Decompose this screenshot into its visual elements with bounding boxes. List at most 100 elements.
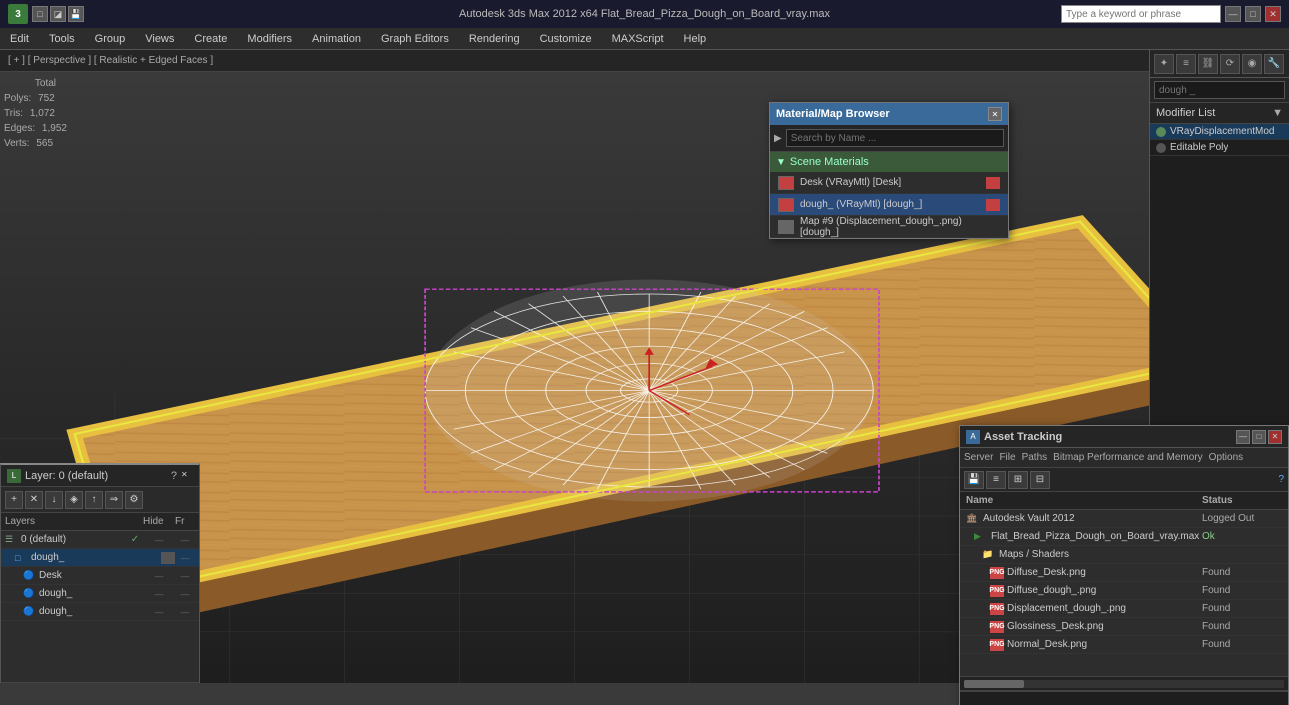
- layers-horizontal-scrollbar[interactable]: [1, 682, 199, 683]
- layer-freeze-4: —: [175, 607, 195, 617]
- modify-panel-btn[interactable]: ≡: [1176, 54, 1196, 74]
- layers-col-freeze: Fr: [175, 516, 195, 527]
- asset-menu-paths[interactable]: Paths: [1022, 452, 1048, 463]
- title-bar: 3 □ ◪ 💾 Autodesk 3ds Max 2012 x64 Flat_B…: [0, 0, 1289, 28]
- menu-bar: Edit Tools Group Views Create Modifiers …: [0, 28, 1289, 50]
- viewport-toolbar: [ + ] [ Perspective ] [ Realistic + Edge…: [0, 50, 1149, 72]
- material-browser-panel: Material/Map Browser ✕ ▶ ▼ Scene Materia…: [769, 102, 1009, 239]
- asset-row-3[interactable]: PNG Diffuse_Desk.png Found: [960, 564, 1288, 582]
- menu-graph-editors[interactable]: Graph Editors: [371, 31, 459, 47]
- layers-merge-button[interactable]: ⇒: [105, 491, 123, 509]
- asset-menu-file[interactable]: File: [999, 452, 1015, 463]
- layer-row-1[interactable]: □ dough_ —: [1, 549, 199, 567]
- quick-btn-save[interactable]: 💾: [68, 6, 84, 22]
- stats-verts: Verts: 565: [4, 136, 67, 151]
- layer-row-4[interactable]: 🔵 dough_ — —: [1, 603, 199, 621]
- asset-help-icon[interactable]: ?: [1278, 474, 1284, 485]
- layer-freeze-1: —: [175, 553, 195, 563]
- asset-menu-server[interactable]: Server: [964, 452, 993, 463]
- mat-item-1[interactable]: dough_ (VRayMtl) [dough_]: [770, 194, 1008, 216]
- display-panel-btn[interactable]: ◉: [1242, 54, 1262, 74]
- modifier-dot-1: [1156, 143, 1166, 153]
- asset-menu-bitmap[interactable]: Bitmap Performance and Memory: [1053, 452, 1203, 463]
- menu-group[interactable]: Group: [85, 31, 136, 47]
- minimize-button[interactable]: —: [1225, 6, 1241, 22]
- menu-modifiers[interactable]: Modifiers: [237, 31, 302, 47]
- mat-item-0[interactable]: Desk (VRayMtl) [Desk]: [770, 172, 1008, 194]
- layer-row-3[interactable]: 🔵 dough_ — —: [1, 585, 199, 603]
- asset-name-6: Glossiness_Desk.png: [1007, 621, 1202, 632]
- modifier-item-1[interactable]: Editable Poly: [1150, 140, 1289, 156]
- asset-status-5: Found: [1202, 603, 1282, 614]
- modifier-item-0[interactable]: VRayDisplacementMod: [1150, 124, 1289, 140]
- layers-move-button[interactable]: ↑: [85, 491, 103, 509]
- layer-row-2[interactable]: 🔵 Desk — —: [1, 567, 199, 585]
- asset-row-6[interactable]: PNG Glossiness_Desk.png Found: [960, 618, 1288, 636]
- quick-btn-new[interactable]: □: [32, 6, 48, 22]
- asset-row-2[interactable]: 📁 Maps / Shaders: [960, 546, 1288, 564]
- material-items-list: Desk (VRayMtl) [Desk] dough_ (VRayMtl) […: [770, 172, 1008, 238]
- asset-path-input[interactable]: [960, 691, 1288, 705]
- mat-name-2: Map #9 (Displacement_dough_.png) [dough_…: [800, 216, 1000, 238]
- asset-menu-options[interactable]: Options: [1209, 452, 1243, 463]
- close-button[interactable]: ✕: [1265, 6, 1281, 22]
- asset-detail-button[interactable]: ⊟: [1030, 471, 1050, 489]
- material-scene-header[interactable]: ▼ Scene Materials: [770, 152, 1008, 172]
- layers-delete-button[interactable]: ✕: [25, 491, 43, 509]
- layer-icon-4: 🔵: [23, 606, 37, 617]
- asset-row-1[interactable]: ▶ Flat_Bread_Pizza_Dough_on_Board_vray.m…: [960, 528, 1288, 546]
- window-controls: — □ ✕: [1225, 6, 1281, 22]
- asset-col-status: Status: [1202, 495, 1282, 506]
- mat-item-2[interactable]: Map #9 (Displacement_dough_.png) [dough_…: [770, 216, 1008, 238]
- stats-edges: Edges: 1,952: [4, 121, 67, 136]
- menu-maxscript[interactable]: MAXScript: [602, 31, 674, 47]
- asset-row-0[interactable]: 🏛 Autodesk Vault 2012 Logged Out: [960, 510, 1288, 528]
- utilities-panel-btn[interactable]: 🔧: [1264, 54, 1284, 74]
- asset-name-0: Autodesk Vault 2012: [983, 513, 1202, 524]
- menu-customize[interactable]: Customize: [530, 31, 602, 47]
- asset-status-3: Found: [1202, 567, 1282, 578]
- asset-row-5[interactable]: PNG Displacement_dough_.png Found: [960, 600, 1288, 618]
- asset-status-0: Logged Out: [1202, 513, 1282, 524]
- quick-btn-open[interactable]: ◪: [50, 6, 66, 22]
- modifier-search-input[interactable]: [1154, 81, 1285, 99]
- layers-new-button[interactable]: +: [5, 491, 23, 509]
- modifier-dropdown-icon[interactable]: ▼: [1272, 107, 1283, 119]
- layers-panel: L Layer: 0 (default) ? ✕ + ✕ ↓ ◈ ↑: [0, 463, 200, 683]
- motion-panel-btn[interactable]: ⟳: [1220, 54, 1240, 74]
- layers-help[interactable]: ?: [171, 470, 177, 482]
- menu-animation[interactable]: Animation: [302, 31, 371, 47]
- layers-add-button[interactable]: ↓: [45, 491, 63, 509]
- layers-close-button[interactable]: ✕: [181, 470, 193, 482]
- asset-list-button[interactable]: ≡: [986, 471, 1006, 489]
- asset-tracking-maximize[interactable]: □: [1252, 430, 1266, 444]
- mat-name-0: Desk (VRayMtl) [Desk]: [800, 177, 986, 188]
- asset-grid-button[interactable]: ⊞: [1008, 471, 1028, 489]
- modifier-search-section: [1150, 78, 1289, 103]
- title-search-input[interactable]: [1061, 5, 1221, 23]
- menu-create[interactable]: Create: [184, 31, 237, 47]
- asset-save-button[interactable]: 💾: [964, 471, 984, 489]
- material-browser-title: Material/Map Browser: [776, 108, 890, 120]
- material-search-input[interactable]: [786, 129, 1004, 147]
- menu-tools[interactable]: Tools: [39, 31, 85, 47]
- asset-scroll-thumb[interactable]: [964, 680, 1024, 688]
- asset-tracking-close[interactable]: ✕: [1268, 430, 1282, 444]
- create-panel-btn[interactable]: ✦: [1154, 54, 1174, 74]
- asset-row-7[interactable]: PNG Normal_Desk.png Found: [960, 636, 1288, 654]
- hierarchy-panel-btn[interactable]: ⛓: [1198, 54, 1218, 74]
- layers-props-button[interactable]: ⚙: [125, 491, 143, 509]
- mat-swatch-0: [986, 177, 1000, 189]
- asset-horizontal-scrollbar[interactable]: [960, 676, 1288, 690]
- asset-row-4[interactable]: PNG Diffuse_dough_.png Found: [960, 582, 1288, 600]
- mat-browser-close[interactable]: ✕: [988, 107, 1002, 121]
- layers-select-button[interactable]: ◈: [65, 491, 83, 509]
- menu-help[interactable]: Help: [674, 31, 717, 47]
- app-logo: 3: [8, 4, 28, 24]
- maximize-button[interactable]: □: [1245, 6, 1261, 22]
- layer-row-0[interactable]: ☰ 0 (default) ✓ — —: [1, 531, 199, 549]
- menu-rendering[interactable]: Rendering: [459, 31, 530, 47]
- menu-edit[interactable]: Edit: [0, 31, 39, 47]
- menu-views[interactable]: Views: [135, 31, 184, 47]
- asset-tracking-minimize[interactable]: —: [1236, 430, 1250, 444]
